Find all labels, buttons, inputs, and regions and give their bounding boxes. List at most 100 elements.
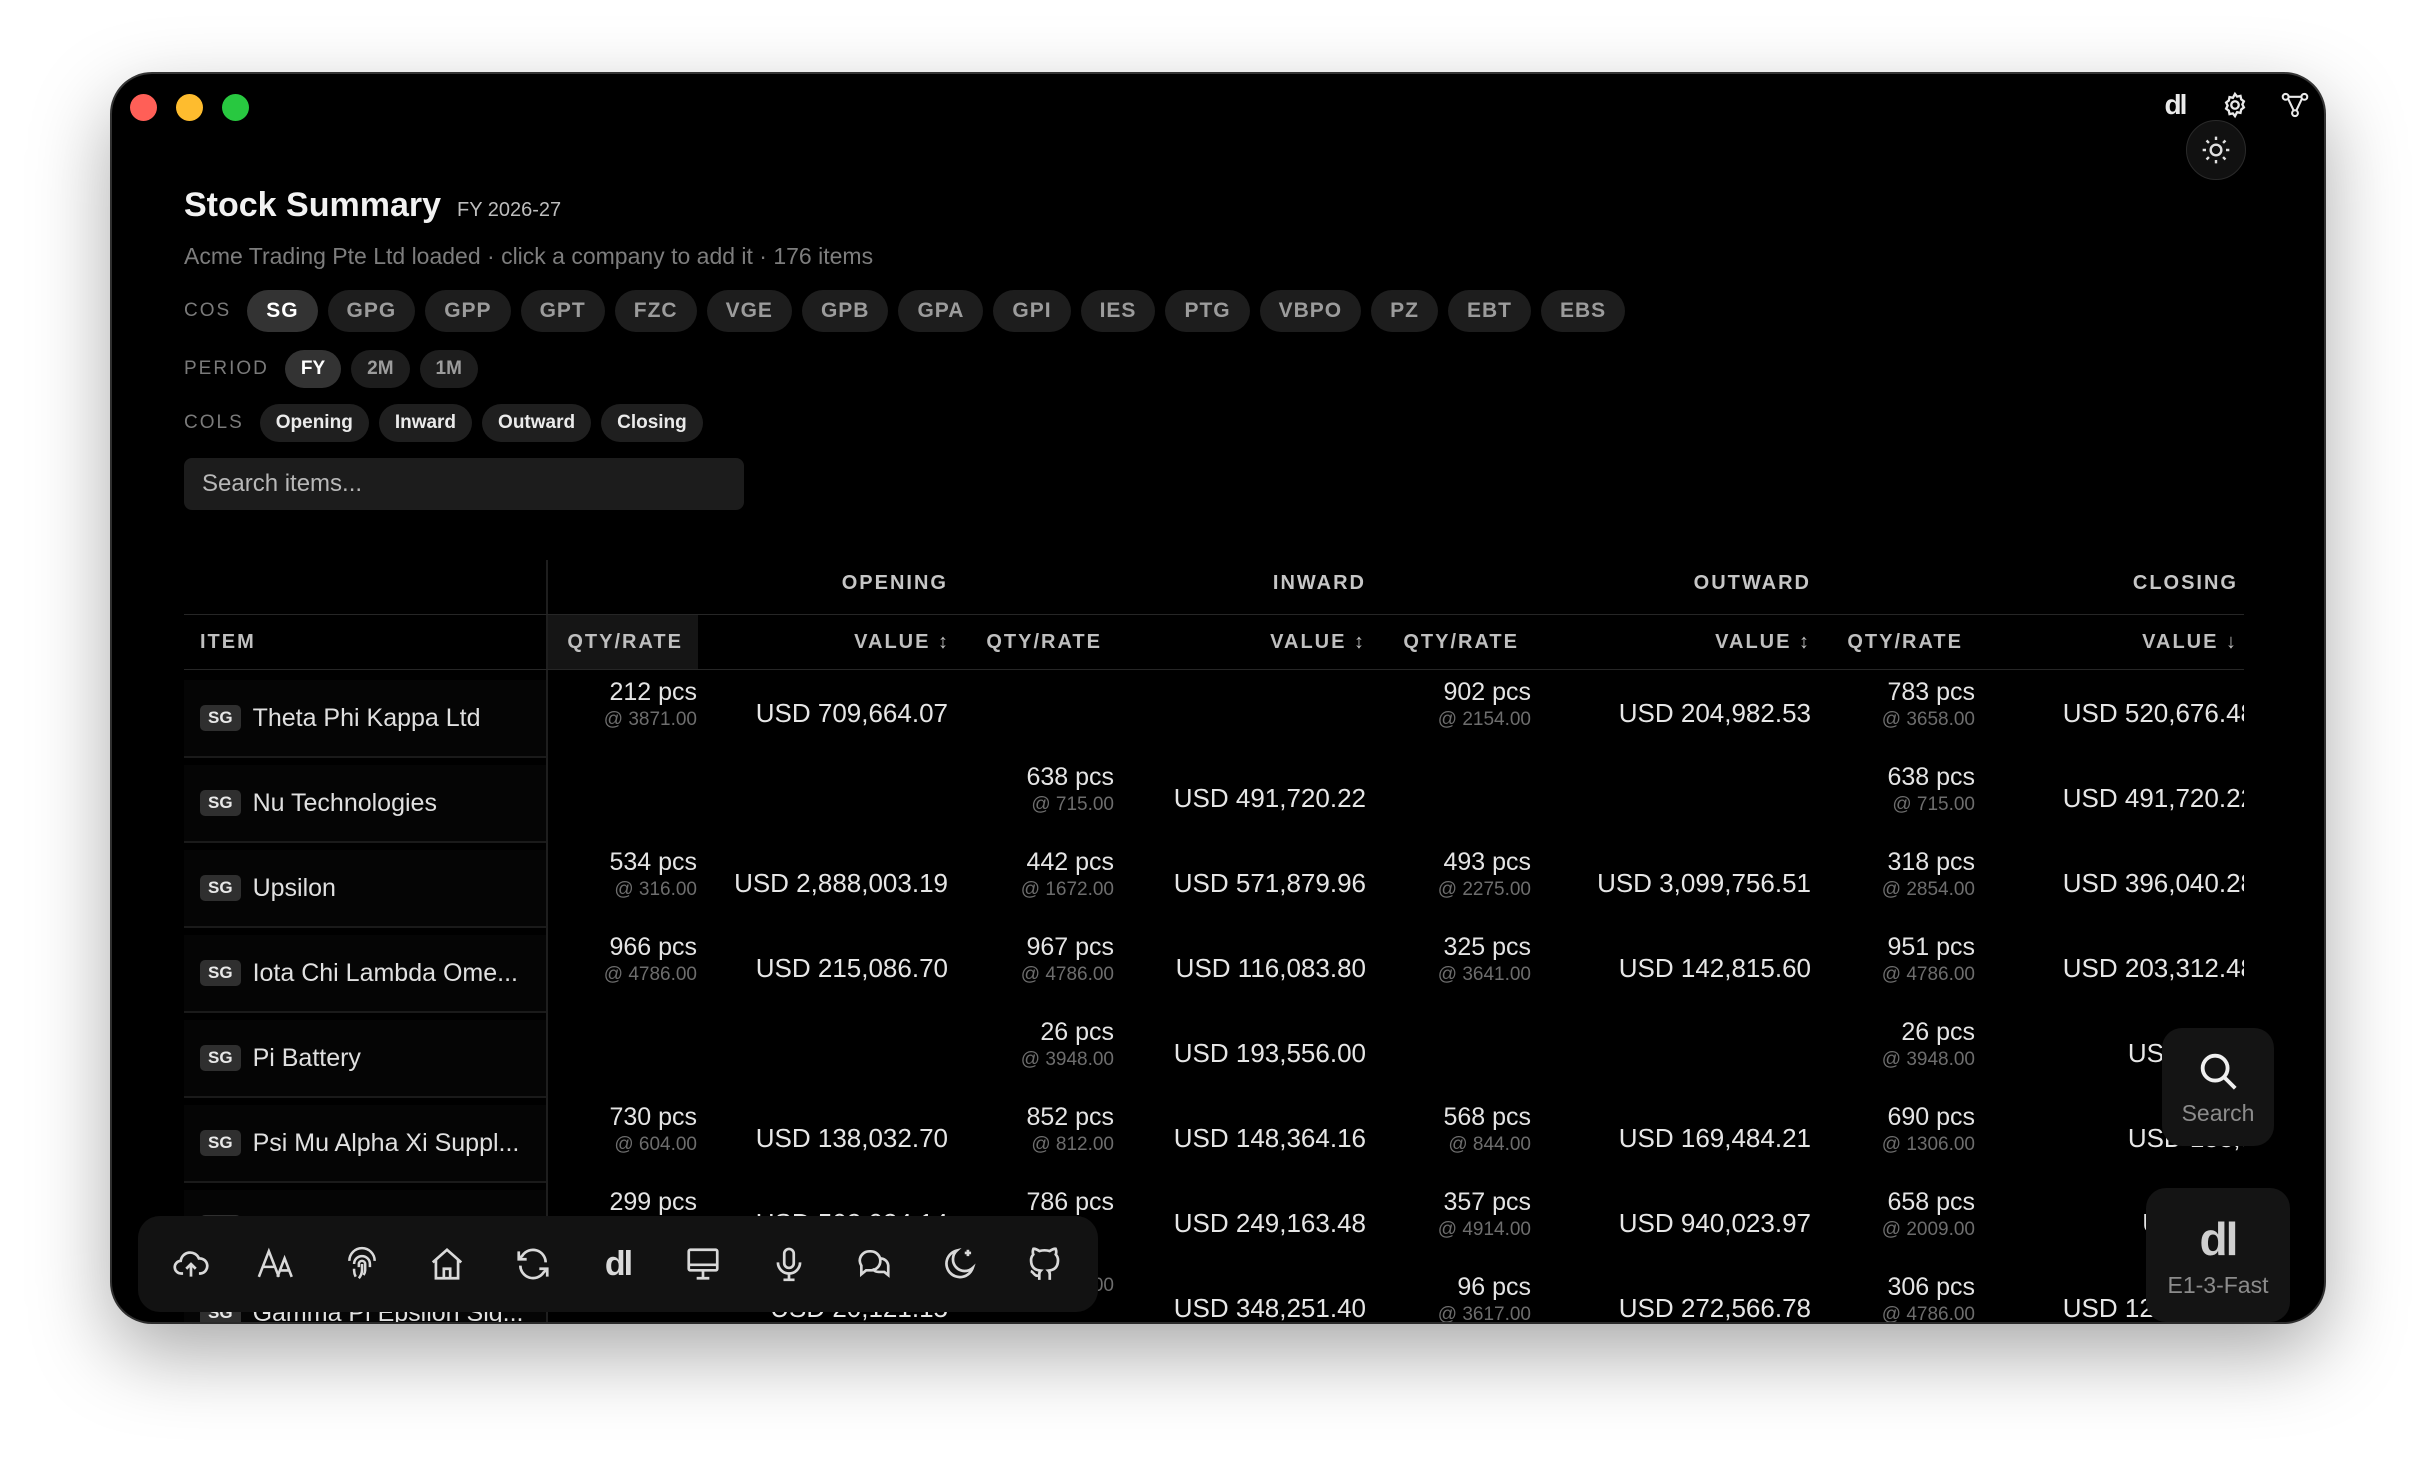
company-chip-sg[interactable]: SG <box>247 290 318 332</box>
header-inward-qty[interactable]: QTY/RATE <box>986 631 1102 654</box>
dl-logo-icon[interactable]: dl <box>2160 89 2190 120</box>
item-cell[interactable]: SG Nu Technologies <box>184 765 546 843</box>
fingerprint-icon[interactable] <box>337 1239 387 1289</box>
in-qty-rate-cell: 967 pcs @ 4786.00 <box>1021 933 1114 986</box>
col-chip-closing[interactable]: Closing <box>601 404 703 442</box>
rate-value: @ 316.00 <box>614 879 697 900</box>
item-name: Theta Phi Kappa Ltd <box>252 703 481 732</box>
company-chip-gpb[interactable]: GPB <box>801 290 889 332</box>
company-chip-vge[interactable]: VGE <box>706 290 792 332</box>
col-chip-outward[interactable]: Outward <box>482 404 592 442</box>
qty-value: 967 pcs <box>1026 933 1114 961</box>
item-cell[interactable]: SG Theta Phi Kappa Ltd <box>184 680 546 758</box>
search-input[interactable]: Search items... <box>184 458 744 510</box>
out-value-cell: USD 272,566.78 <box>1618 1293 1811 1322</box>
company-chip-gpa[interactable]: GPA <box>898 290 984 332</box>
period-chip-1m[interactable]: 1M <box>419 350 478 388</box>
table-row[interactable]: SG Theta Phi Kappa Ltd 212 pcs @ 3871.00 USD… <box>184 674 2244 758</box>
model-name-label: E1-3-Fast <box>2167 1271 2269 1298</box>
qty-value: 26 pcs <box>1040 1018 1114 1046</box>
maximize-window-button[interactable] <box>222 94 249 121</box>
microphone-icon[interactable] <box>764 1239 814 1289</box>
company-chip-ptg[interactable]: PTG <box>1165 290 1250 332</box>
close-window-button[interactable] <box>130 94 157 121</box>
qty-value: 951 pcs <box>1887 933 1975 961</box>
header-item[interactable]: ITEM <box>200 631 256 654</box>
share-nodes-icon[interactable] <box>2280 90 2310 120</box>
company-chip-ies[interactable]: IES <box>1080 290 1156 332</box>
group-outward: OUTWARD <box>1693 572 1811 594</box>
close-qty-rate-cell: 783 pcs @ 3658.00 <box>1882 678 1975 731</box>
company-chip-ebt[interactable]: EBT <box>1447 290 1531 332</box>
header-closing-qty[interactable]: QTY/RATE <box>1847 631 1963 654</box>
table-row[interactable]: SG Pi Battery 26 pcs @ 3948.00 USD 193,556.0… <box>184 1014 2244 1098</box>
moon-sparkle-icon[interactable] <box>935 1239 985 1289</box>
period-chip-fy[interactable]: FY <box>284 350 342 388</box>
header-outward-qty[interactable]: QTY/RATE <box>1403 631 1519 654</box>
header-opening-qty[interactable]: QTY/RATE <box>567 631 683 654</box>
rate-value: @ 3871.00 <box>603 709 697 730</box>
company-chip-gpt[interactable]: GPT <box>520 290 605 332</box>
cloud-upload-icon[interactable] <box>166 1239 216 1289</box>
item-cell[interactable]: SG Psi Mu Alpha Xi Suppl... <box>184 1105 546 1183</box>
qty-value: 690 pcs <box>1887 1103 1975 1131</box>
header-inward-value[interactable]: VALUE ↕ <box>1270 631 1366 654</box>
out-qty-rate-cell: 96 pcs @ 3617.00 <box>1438 1273 1531 1322</box>
company-chip-fzc[interactable]: FZC <box>614 290 697 332</box>
font-size-icon[interactable] <box>251 1239 301 1289</box>
minimize-window-button[interactable] <box>176 94 203 121</box>
qty-value: 299 pcs <box>609 1188 697 1216</box>
theme-toggle-button[interactable] <box>2186 120 2246 180</box>
rate-value: @ 1306.00 <box>1881 1134 1975 1155</box>
period-chip-2m[interactable]: 2M <box>351 350 410 388</box>
item-cell[interactable]: SG Upsilon <box>184 850 546 928</box>
table-row[interactable]: SG Iota Chi Lambda Ome... 966 pcs @ 4786.00… <box>184 929 2244 1013</box>
monitor-icon[interactable] <box>678 1239 728 1289</box>
company-chip-gpg[interactable]: GPG <box>327 290 416 332</box>
in-qty-rate-cell: 26 pcs @ 3948.00 <box>1021 1018 1114 1071</box>
dl-logo-icon[interactable]: dl <box>593 1239 643 1289</box>
company-badge: SG <box>200 960 241 986</box>
table-row[interactable]: SG Upsilon 534 pcs @ 316.00 USD 2,888,003.19… <box>184 844 2244 928</box>
rate-value: @ 3641.00 <box>1437 964 1531 985</box>
open-value-cell: USD 138,032.70 <box>755 1123 948 1153</box>
table-row[interactable]: SG Psi Mu Alpha Xi Suppl... 730 pcs @ 604.0… <box>184 1099 2244 1183</box>
in-value-cell: USD 348,251.40 <box>1173 1293 1366 1322</box>
item-cell[interactable]: SG Pi Battery <box>184 1020 546 1098</box>
stock-table: OPENING INWARD OUTWARD CLOSING ITEM QTY/… <box>184 560 2244 1322</box>
app-window: dl Stock Summary FY 2026-27 Acme Trading… <box>112 74 2324 1322</box>
out-value-cell: USD 940,023.97 <box>1618 1208 1811 1238</box>
floating-search-button[interactable]: Search <box>2162 1028 2274 1146</box>
table-row[interactable]: SG Nu Technologies 638 pcs @ 715.00 USD 491,… <box>184 759 2244 843</box>
out-qty-rate-cell: 568 pcs @ 844.00 <box>1443 1103 1531 1156</box>
col-chip-inward[interactable]: Inward <box>378 404 473 442</box>
company-chip-ebs[interactable]: EBS <box>1540 290 1626 332</box>
rate-value: @ 2009.00 <box>1881 1219 1975 1240</box>
in-value-cell: USD 116,083.80 <box>1175 953 1366 983</box>
refresh-icon[interactable] <box>508 1239 558 1289</box>
close-qty-rate-cell: 306 pcs @ 4786.00 <box>1882 1273 1975 1322</box>
company-chip-gpp[interactable]: GPP <box>425 290 511 332</box>
qty-value: 658 pcs <box>1887 1188 1975 1216</box>
model-selector-button[interactable]: dl E1-3-Fast <box>2146 1188 2290 1322</box>
in-value-cell: USD 249,163.48 <box>1173 1208 1366 1238</box>
company-chip-pz[interactable]: PZ <box>1371 290 1438 332</box>
qty-value: 786 pcs <box>1026 1188 1114 1216</box>
company-chip-vbpo[interactable]: VBPO <box>1259 290 1362 332</box>
rate-value: @ 4786.00 <box>1881 964 1975 985</box>
gear-icon[interactable] <box>2220 90 2250 120</box>
item-name: Iota Chi Lambda Ome... <box>252 958 518 987</box>
header-outward-value[interactable]: VALUE ↕ <box>1715 631 1811 654</box>
company-badge: SG <box>200 875 241 901</box>
col-chip-opening[interactable]: Opening <box>259 404 369 442</box>
github-icon[interactable] <box>1020 1239 1070 1289</box>
rate-value: @ 812.00 <box>1031 1134 1114 1155</box>
header-closing-value[interactable]: VALUE ↓ <box>2142 631 2238 654</box>
header-opening-value[interactable]: VALUE ↕ <box>854 631 950 654</box>
company-badge: SG <box>200 1130 241 1156</box>
company-chip-gpi[interactable]: GPI <box>993 290 1071 332</box>
item-name: Pi Battery <box>252 1043 361 1072</box>
home-icon[interactable] <box>422 1239 472 1289</box>
chat-bubbles-icon[interactable] <box>849 1239 899 1289</box>
item-cell[interactable]: SG Iota Chi Lambda Ome... <box>184 935 546 1013</box>
